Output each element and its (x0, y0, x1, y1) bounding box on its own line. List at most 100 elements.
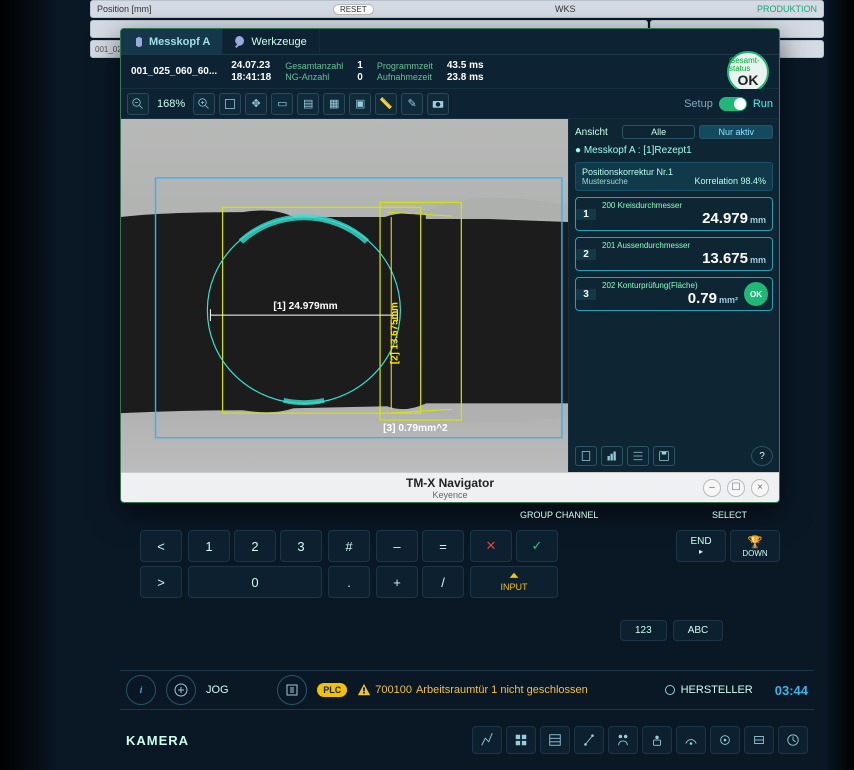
nav-left-key[interactable]: < (140, 530, 182, 562)
row-name: 202 Konturprüfung(Fläche) (602, 281, 738, 290)
annotate-button[interactable]: ✎ (401, 93, 423, 115)
measurement-row-1[interactable]: 1 200 Kreisdurchmesser24.979mm (575, 197, 773, 231)
footer-list-icon[interactable] (627, 446, 649, 466)
layer3-button[interactable]: ▦ (323, 93, 345, 115)
reset-pill[interactable]: RESET (333, 4, 374, 15)
plus-key[interactable]: + (376, 566, 418, 598)
nav-toolbar: 168% ✥ ▭ ▤ ▦ ▣ 📏 ✎ Setup Run (121, 89, 779, 119)
ng-label: NG-Anzahl (285, 72, 343, 83)
maximize-button[interactable]: ☐ (727, 479, 745, 497)
warn-code: 700100 (375, 684, 412, 696)
measurement-row-3[interactable]: 3 202 Konturprüfung(Fläche)0.79mm² OK (575, 277, 773, 311)
nav-meta: 001_025_060_60... 24.07.2318:41:18 Gesam… (121, 55, 779, 89)
select-label: SELECT (712, 510, 747, 520)
tab-werkzeuge[interactable]: Werkzeuge (223, 29, 319, 54)
hash-key[interactable]: # (328, 530, 370, 562)
date-label: 24.07.23 (231, 60, 271, 72)
nav-right-key[interactable]: > (140, 566, 182, 598)
bot-tool-6[interactable] (642, 726, 672, 754)
nav-tabs: Messkopf A Werkzeuge (121, 29, 779, 55)
recipe-label: Messkopf A : [1]Rezept1 (584, 145, 692, 156)
window-titlebar: TM-X Navigator Keyence – ☐ × (121, 472, 779, 502)
bottom-toolbar: KAMERA (120, 720, 814, 760)
measurement-viewport[interactable]: [1] 24.979mm [2] 13.675mm [3] 0.79mm^2 (121, 119, 569, 472)
bot-tool-10[interactable] (778, 726, 808, 754)
ruler-button[interactable]: 📏 (375, 93, 397, 115)
row-name: 200 Kreisdurchmesser (602, 201, 766, 210)
confirm-key[interactable]: ✓ (516, 530, 558, 562)
tab-messkopf-a[interactable]: Messkopf A (121, 29, 223, 54)
produktion-label: PRODUKTION (757, 4, 817, 14)
minus-key[interactable]: – (376, 530, 418, 562)
snapshot-button[interactable] (427, 93, 449, 115)
num-2-key[interactable]: 2 (234, 530, 276, 562)
end-key[interactable]: END▸ (676, 530, 726, 562)
bot-tool-8[interactable] (710, 726, 740, 754)
fit-button[interactable] (219, 93, 241, 115)
measurement-row-2[interactable]: 2 201 Aussendurchmesser13.675mm (575, 237, 773, 271)
bot-tool-3[interactable] (540, 726, 570, 754)
view-active-button[interactable]: Nur aktiv (699, 125, 773, 139)
minimize-button[interactable]: – (703, 479, 721, 497)
run-toggle[interactable] (719, 97, 747, 111)
layer2-button[interactable]: ▤ (297, 93, 319, 115)
row-index: 1 (576, 209, 596, 220)
bot-tool-4[interactable] (574, 726, 604, 754)
info-icon[interactable]: i (126, 675, 156, 705)
cancel-key[interactable]: ✕ (470, 530, 512, 562)
num-1-key[interactable]: 1 (188, 530, 230, 562)
bot-tool-7[interactable] (676, 726, 706, 754)
zoom-in-button[interactable] (193, 93, 215, 115)
prog-val: 43.5 ms (447, 60, 484, 72)
view-label: Ansicht (575, 127, 618, 138)
num-3-key[interactable]: 3 (280, 530, 322, 562)
zoom-out-button[interactable] (127, 93, 149, 115)
input-key[interactable]: INPUT (470, 566, 558, 598)
footer-doc-icon[interactable] (575, 446, 597, 466)
pan-button[interactable]: ✥ (245, 93, 267, 115)
status-bar: i JOG PLC 700100 Arbeitsraumtür 1 nicht … (120, 670, 814, 710)
warn-text: Arbeitsraumtür 1 nicht geschlossen (416, 684, 588, 696)
equals-key[interactable]: = (422, 530, 464, 562)
footer-save-icon[interactable] (653, 446, 675, 466)
navigator-window: Messkopf A Werkzeuge 001_025_060_60... 2… (120, 28, 780, 503)
backdrop-topbar: Position [mm] RESET WKS PRODUKTION (90, 0, 824, 18)
slash-key[interactable]: / (422, 566, 464, 598)
footer-chart-icon[interactable] (601, 446, 623, 466)
layer1-button[interactable]: ▭ (271, 93, 293, 115)
status-dot (665, 685, 675, 695)
dot-key[interactable]: . (328, 566, 370, 598)
tab-label: Werkzeuge (251, 36, 306, 48)
mode-chip[interactable] (166, 675, 196, 705)
bot-tool-2[interactable] (506, 726, 536, 754)
bot-tool-1[interactable] (472, 726, 502, 754)
setup-label: Setup (684, 98, 713, 110)
view-all-button[interactable]: Alle (622, 125, 696, 139)
backdrop-pos-label: Position [mm] (97, 4, 152, 14)
zoom-value: 168% (157, 98, 185, 110)
run-label: Run (753, 98, 773, 110)
grid-button[interactable]: ▣ (349, 93, 371, 115)
num-0-key[interactable]: 0 (188, 566, 322, 598)
plc-badge: PLC (317, 683, 347, 697)
warning-message[interactable]: 700100 Arbeitsraumtür 1 nicht geschlosse… (357, 683, 588, 697)
program-chip[interactable] (277, 675, 307, 705)
down-key[interactable]: 🏆DOWN (730, 530, 780, 562)
footer-help-icon[interactable]: ? (751, 446, 773, 466)
sub-abc-key[interactable]: ABC (673, 620, 724, 641)
tab-label: Messkopf A (149, 36, 210, 48)
row-index: 2 (576, 249, 596, 260)
keypad: < > 1 2 3 0 # . – = + / ✕ ✓ INPUT END▸ 🏆… (140, 530, 780, 598)
row-name: 201 Aussendurchmesser (602, 241, 766, 250)
bot-tool-5[interactable] (608, 726, 638, 754)
bot-tool-9[interactable] (744, 726, 774, 754)
auf-val: 23.8 ms (447, 72, 484, 84)
time-label: 18:41:18 (231, 72, 271, 84)
auf-label: Aufnahmezeit (377, 72, 433, 83)
wks-label: WKS (555, 4, 576, 14)
file-name: 001_025_060_60... (131, 66, 217, 78)
close-button[interactable]: × (751, 479, 769, 497)
measure-3-text: [3] 0.79mm^2 (383, 423, 448, 434)
group-channel-label: GROUP CHANNEL (520, 510, 598, 520)
sub-123-key[interactable]: 123 (620, 620, 667, 641)
